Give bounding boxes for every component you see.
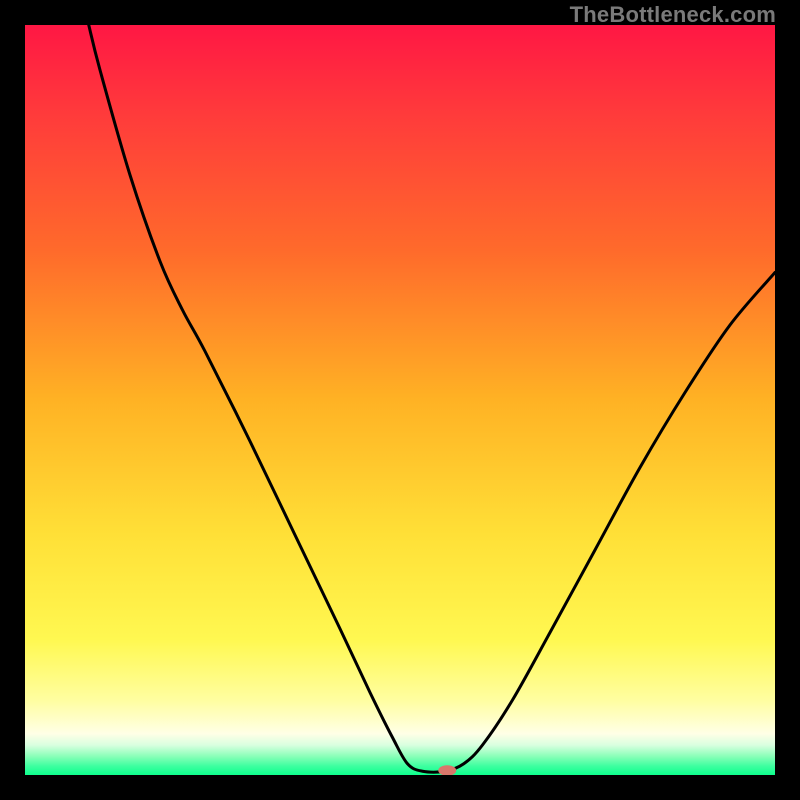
gradient-background xyxy=(25,25,775,775)
chart-frame: TheBottleneck.com xyxy=(0,0,800,800)
bottleneck-chart xyxy=(25,25,775,775)
chart-plot-area xyxy=(25,25,775,775)
